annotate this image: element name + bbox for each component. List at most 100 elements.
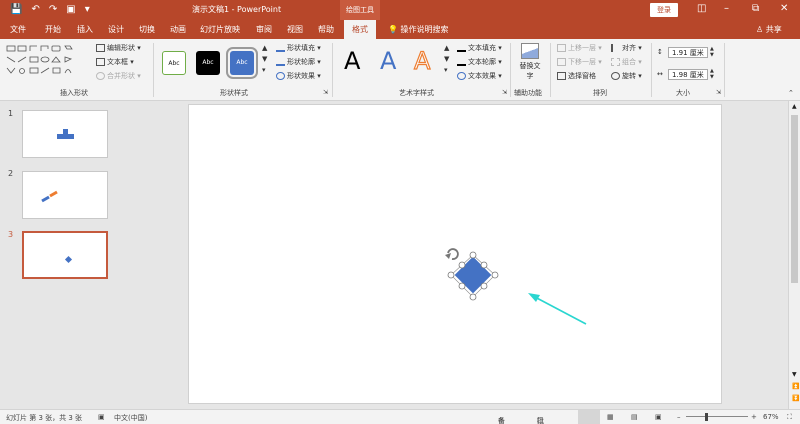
shape-outline-button[interactable]: 形状轮廓 ▾ (276, 57, 321, 67)
zoom-slider-thumb[interactable] (705, 413, 708, 421)
share-button[interactable]: ♙ 共享 (756, 20, 782, 39)
slide-content (445, 248, 587, 325)
text-fill-icon (457, 44, 466, 52)
bring-forward-icon (557, 44, 566, 52)
reading-view-icon[interactable]: ▤ (631, 413, 638, 421)
fit-to-window-icon[interactable]: ⛶ (787, 413, 792, 422)
tab-format[interactable]: 格式 (344, 20, 376, 39)
slideshow-view-icon[interactable]: ▣ (655, 413, 662, 421)
slide-number: 2 (8, 169, 14, 178)
login-button[interactable]: 登录 (650, 3, 678, 17)
previous-slide-icon[interactable]: ⏫ (792, 383, 799, 390)
bring-forward-button[interactable]: 上移一层 ▾ (557, 43, 602, 53)
group-separator (153, 43, 154, 97)
group-button[interactable]: 组合 ▾ (611, 57, 642, 67)
zoom-in-icon[interactable]: + (751, 413, 757, 421)
text-box-button[interactable]: 文本框 ▾ (96, 57, 134, 67)
picture-icon (521, 43, 539, 59)
wordart-preset-black[interactable]: A (344, 47, 360, 75)
style-gallery-scroll[interactable]: ▲ ▼ ▾ (262, 43, 267, 76)
slide-thumbnail-1[interactable] (22, 110, 108, 158)
wordart-preset-orange[interactable]: A (413, 46, 431, 75)
customize-qat-icon[interactable]: ▾ (85, 3, 90, 17)
align-icon (611, 44, 620, 52)
height-icon: ↕ (657, 48, 663, 56)
zoom-out-icon[interactable]: – (677, 413, 681, 421)
send-backward-button[interactable]: 下移一层 ▾ (557, 57, 602, 67)
selection-pane-icon (557, 72, 566, 80)
wordart-gallery-scroll[interactable]: ▲ ▼ ▾ (444, 43, 449, 76)
collapse-ribbon-icon[interactable]: ⌃ (788, 89, 794, 97)
spellcheck-icon[interactable]: ▣ (98, 413, 105, 421)
arrange-group-label: 排列 (593, 89, 607, 97)
shape-fill-button[interactable]: 形状填充 ▾ (276, 43, 321, 53)
style-preset-outline[interactable]: Abc (162, 51, 186, 75)
language-indicator[interactable]: 中文(中国) (114, 413, 147, 423)
context-tab-group: 绘图工具 (340, 0, 380, 20)
scrollbar-thumb[interactable] (791, 115, 798, 283)
tab-review[interactable]: 审阅 (256, 20, 272, 39)
size-launcher-icon[interactable]: ⇲ (716, 89, 721, 96)
tell-me-search[interactable]: 💡 操作说明搜索 (388, 20, 449, 39)
text-outline-icon (457, 58, 466, 66)
tab-animations[interactable]: 动画 (170, 20, 186, 39)
next-slide-icon[interactable]: ⏬ (792, 395, 799, 402)
slide-1-shape (57, 129, 74, 139)
style-preset-dark[interactable]: Abc (196, 51, 220, 75)
text-effects-button[interactable]: 文本效果 ▾ (457, 71, 502, 81)
redo-icon[interactable]: ↷ (49, 3, 57, 17)
text-outline-button[interactable]: 文本轮廓 ▾ (457, 57, 502, 67)
undo-icon[interactable]: ↶ (31, 3, 39, 17)
shape-styles-launcher-icon[interactable]: ⇲ (323, 89, 328, 96)
scroll-up-icon[interactable]: ▲ (792, 103, 797, 110)
normal-view-icon[interactable] (578, 410, 600, 424)
tab-view[interactable]: 视图 (287, 20, 303, 39)
ribbon-display-icon[interactable]: ◫ (697, 3, 706, 14)
present-icon[interactable]: ▣ (66, 3, 75, 17)
save-icon[interactable]: 💾 (10, 3, 22, 17)
tab-design[interactable]: 设计 (108, 20, 124, 39)
window-title: 演示文稿1 - PowerPoint (192, 5, 282, 14)
wordart-preset-blue[interactable]: A (380, 47, 396, 75)
tab-home[interactable]: 开始 (45, 20, 61, 39)
align-button[interactable]: 对齐 ▾ (611, 43, 642, 53)
width-field[interactable]: 1.98 厘米 (668, 69, 708, 80)
tab-transitions[interactable]: 切换 (139, 20, 155, 39)
group-icon (611, 58, 620, 66)
height-field[interactable]: 1.91 厘米 (668, 47, 708, 58)
shapes-gallery[interactable] (5, 44, 85, 82)
height-spinner[interactable]: ▲ ▼ (710, 46, 714, 58)
scroll-down-icon[interactable]: ▼ (792, 371, 797, 378)
rotate-handle-icon[interactable] (445, 248, 459, 260)
close-icon[interactable]: ✕ (780, 3, 788, 14)
tab-help[interactable]: 帮助 (318, 20, 334, 39)
slide-3-shape (64, 255, 73, 264)
tab-insert[interactable]: 插入 (77, 20, 93, 39)
width-spinner[interactable]: ▲ ▼ (710, 68, 714, 80)
edit-shape-button[interactable]: 编辑形状 ▾ (96, 43, 141, 53)
merge-shapes-button[interactable]: 合并形状 ▾ (96, 71, 141, 81)
text-fill-button[interactable]: 文本填充 ▾ (457, 43, 502, 53)
slide-thumbnail-3[interactable] (22, 231, 108, 279)
shape-effects-button[interactable]: 形状效果 ▾ (276, 71, 321, 81)
slide-sorter-icon[interactable]: ▦ (607, 413, 614, 421)
zoom-level[interactable]: 67% (763, 413, 779, 421)
slide-canvas[interactable] (188, 104, 722, 404)
shape-styles-group-label: 形状样式 (220, 89, 248, 97)
selection-pane-button[interactable]: 选择窗格 (557, 71, 596, 81)
slide-thumbnail-2[interactable] (22, 171, 108, 219)
rotate-button[interactable]: 旋转 ▾ (611, 71, 642, 81)
vertical-scrollbar[interactable]: ▲ ▼ ⏫ ⏬ (788, 101, 800, 409)
insert-shapes-group-label: 插入形状 (60, 89, 88, 97)
tab-file[interactable]: 文件 (10, 20, 26, 39)
slide-2-shape (41, 190, 58, 203)
restore-icon[interactable]: ⧉ (752, 3, 759, 14)
alt-text-button[interactable]: 替换文字 (518, 43, 542, 81)
size-group-label: 大小 (676, 89, 690, 97)
tab-slideshow[interactable]: 幻灯片放映 (200, 20, 240, 39)
style-preset-blue[interactable]: Abc (226, 47, 258, 79)
minimize-icon[interactable]: – (724, 3, 729, 14)
wordart-launcher-icon[interactable]: ⇲ (502, 89, 507, 96)
menu-tabs: 文件 开始 插入 设计 切换 动画 幻灯片放映 审阅 视图 帮助 格式 💡 操作… (0, 20, 800, 39)
zoom-slider[interactable] (686, 416, 748, 417)
